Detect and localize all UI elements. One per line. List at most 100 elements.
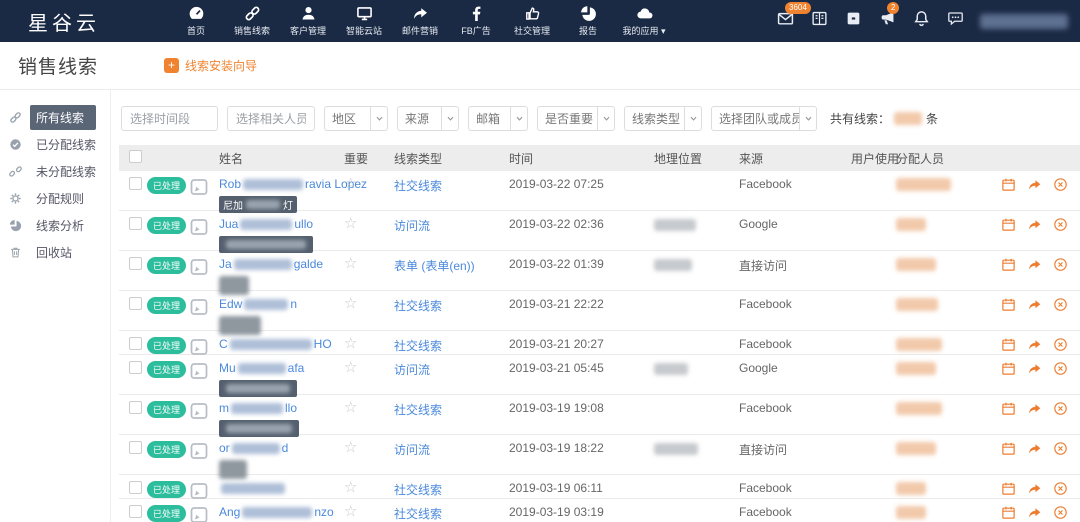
lead-name-link[interactable] (219, 481, 287, 495)
lead-type-link[interactable]: 社交线索 (394, 403, 442, 417)
star-toggle[interactable]: ☆ (344, 255, 357, 272)
lead-name-link[interactable]: CHO (219, 337, 332, 351)
row-checkbox[interactable] (129, 217, 142, 230)
forward-icon[interactable] (1027, 177, 1042, 192)
delete-icon[interactable] (1053, 337, 1068, 352)
nav-item-客户管理[interactable]: 客户管理 (280, 5, 336, 37)
calendar-icon[interactable] (1001, 505, 1016, 520)
forward-icon[interactable] (1027, 401, 1042, 416)
filter-select-线索类型[interactable]: 线索类型 (624, 106, 702, 131)
calendar-icon[interactable] (1001, 441, 1016, 456)
forward-icon[interactable] (1027, 481, 1042, 496)
nav-item-智能云站[interactable]: 智能云站 (336, 5, 392, 37)
sidebar-item-线索分析[interactable]: 线索分析 (0, 212, 110, 239)
forward-icon[interactable] (1027, 361, 1042, 376)
related-person-input[interactable] (227, 106, 315, 131)
filter-select-选择团队或成员[interactable]: 选择团队或成员 (711, 106, 817, 131)
nav-item-销售线索[interactable]: 销售线索 (224, 5, 280, 37)
star-toggle[interactable]: ☆ (344, 335, 357, 352)
sidebar-item-分配规则[interactable]: 分配规则 (0, 185, 110, 212)
row-checkbox[interactable] (129, 505, 142, 518)
row-checkbox[interactable] (129, 177, 142, 190)
time-range-input[interactable] (121, 106, 218, 131)
lead-name-link[interactable]: Jagalde (219, 257, 323, 271)
sidebar-item-未分配线索[interactable]: 未分配线索 (0, 158, 110, 185)
calendar-icon[interactable] (1001, 177, 1016, 192)
calendar-icon[interactable] (1001, 257, 1016, 272)
forward-icon[interactable] (1027, 217, 1042, 232)
filter-select-是否重要[interactable]: 是否重要 (537, 106, 615, 131)
lead-type-link[interactable]: 社交线索 (394, 179, 442, 193)
calendar-icon[interactable] (1001, 217, 1016, 232)
select-all-checkbox[interactable] (129, 150, 142, 163)
delete-icon[interactable] (1053, 401, 1068, 416)
sidebar-item-回收站[interactable]: 回收站 (0, 239, 110, 266)
calendar-icon[interactable] (1001, 481, 1016, 496)
lead-name-link[interactable]: Angnzo (219, 505, 334, 519)
contact-icon[interactable] (189, 401, 209, 421)
delete-icon[interactable] (1053, 481, 1068, 496)
star-toggle[interactable]: ☆ (344, 399, 357, 416)
row-checkbox[interactable] (129, 297, 142, 310)
nav-item-邮件营销[interactable]: 邮件营销 (392, 5, 448, 37)
apps-button[interactable] (845, 10, 862, 32)
lead-type-link[interactable]: 访问流 (394, 219, 430, 233)
contact-icon[interactable] (189, 337, 209, 357)
delete-icon[interactable] (1053, 257, 1068, 272)
contact-icon[interactable] (189, 441, 209, 461)
lead-type-link[interactable]: 社交线索 (394, 483, 442, 497)
delete-icon[interactable] (1053, 217, 1068, 232)
delete-icon[interactable] (1053, 441, 1068, 456)
delete-icon[interactable] (1053, 505, 1068, 520)
messages-button[interactable] (947, 10, 964, 32)
forward-icon[interactable] (1027, 505, 1042, 520)
nav-item-我的应用[interactable]: 我的应用 ▾ (616, 5, 672, 37)
nav-item-首页[interactable]: 首页 (168, 5, 224, 37)
nav-item-社交管理[interactable]: 社交管理 (504, 5, 560, 37)
lead-name-link[interactable]: mllo (219, 401, 297, 415)
delete-icon[interactable] (1053, 297, 1068, 312)
lead-name-link[interactable]: Juaullo (219, 217, 313, 231)
mail-button[interactable]: 3604 (777, 10, 794, 32)
sidebar-item-已分配线索[interactable]: 已分配线索 (0, 131, 110, 158)
ledger-button[interactable] (811, 10, 828, 32)
row-checkbox[interactable] (129, 257, 142, 270)
row-checkbox[interactable] (129, 361, 142, 374)
lead-name-link[interactable]: Edwn (219, 297, 297, 311)
notifications-button[interactable] (913, 10, 930, 32)
lead-type-link[interactable]: 社交线索 (394, 507, 442, 521)
star-toggle[interactable]: ☆ (344, 295, 357, 312)
contact-icon[interactable] (189, 297, 209, 317)
calendar-icon[interactable] (1001, 337, 1016, 352)
calendar-icon[interactable] (1001, 297, 1016, 312)
star-toggle[interactable]: ☆ (344, 175, 357, 192)
contact-icon[interactable] (189, 217, 209, 237)
row-checkbox[interactable] (129, 401, 142, 414)
lead-type-link[interactable]: 表单 (表单(en)) (394, 259, 475, 273)
star-toggle[interactable]: ☆ (344, 215, 357, 232)
forward-icon[interactable] (1027, 337, 1042, 352)
star-toggle[interactable]: ☆ (344, 439, 357, 456)
forward-icon[interactable] (1027, 297, 1042, 312)
lead-type-link[interactable]: 访问流 (394, 443, 430, 457)
lead-name-link[interactable]: ord (219, 441, 288, 455)
filter-select-地区[interactable]: 地区 (324, 106, 388, 131)
lead-setup-wizard-button[interactable]: + 线索安装向导 (164, 57, 257, 74)
nav-item-报告[interactable]: 报告 (560, 5, 616, 37)
star-toggle[interactable]: ☆ (344, 479, 357, 496)
contact-icon[interactable] (189, 177, 209, 197)
calendar-icon[interactable] (1001, 401, 1016, 416)
nav-item-FB广告[interactable]: FB广告 (448, 5, 504, 37)
filter-select-来源[interactable]: 来源 (397, 106, 459, 131)
user-menu-redacted[interactable] (980, 14, 1068, 29)
star-toggle[interactable]: ☆ (344, 359, 357, 376)
delete-icon[interactable] (1053, 177, 1068, 192)
delete-icon[interactable] (1053, 361, 1068, 376)
contact-icon[interactable] (189, 361, 209, 381)
contact-icon[interactable] (189, 481, 209, 501)
row-checkbox[interactable] (129, 481, 142, 494)
lead-type-link[interactable]: 社交线索 (394, 339, 442, 353)
calendar-icon[interactable] (1001, 361, 1016, 376)
sidebar-item-所有线索[interactable]: 所有线索 (0, 104, 110, 131)
forward-icon[interactable] (1027, 441, 1042, 456)
